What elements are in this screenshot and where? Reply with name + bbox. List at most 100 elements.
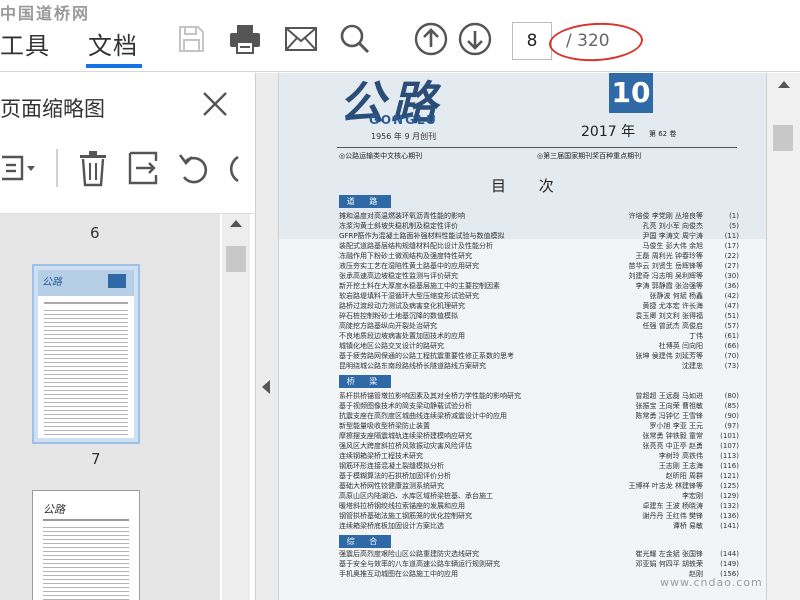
toc-entry-authors: 丁伟: [689, 332, 703, 340]
toc-entry-page: (80): [724, 392, 739, 400]
toc-entry-page: (97): [724, 422, 739, 430]
toc-entry-title: 高原山区内陆湖泊、水库区域桥梁桩基、承台施工: [339, 492, 493, 500]
toc-entry-page: (11): [724, 232, 739, 240]
tagline-left: ◎公路运输类中文核心期刊: [339, 152, 423, 160]
toc-entry-page: (129): [720, 492, 739, 500]
rotate-counterclockwise-button[interactable]: [176, 149, 210, 187]
toc-entry-page: (116): [720, 462, 739, 470]
thumbnail-label-7: 7: [91, 450, 101, 468]
thumbnail-page-8[interactable]: 公路: [32, 490, 140, 600]
toc-entry-title: 冻浆沟黄土斜坡失稳机制及稳定性评价: [339, 222, 458, 230]
email-button[interactable]: [284, 22, 318, 56]
toc-entry-title: 基于模糊算法的石拱桥加固评价分析: [339, 472, 451, 480]
thumbnail-scrollbar[interactable]: [222, 214, 250, 600]
page-thumbnails-panel: 页面缩略图 6 公路 7 公路: [0, 73, 256, 600]
document-scrollbar[interactable]: [766, 73, 800, 600]
toc-entry-title: 摊和温度对高温燃装环氧沥青性能的影响: [339, 212, 465, 220]
extract-page-button[interactable]: [126, 149, 160, 187]
toc-entry: GFRP筋作为混凝土路面补强材料性能试验与数值模拟 尹国 李涛文 周宁涛 (11): [339, 231, 739, 241]
thumbnail-page-8-image: 公路: [37, 495, 135, 600]
toc-entry-page: (66): [724, 342, 739, 350]
toc-entry: 基于疲劳路网保通的公路工程抗震重要性修正系数的思考 张坤 侯建伟 刘延芳等 (70): [339, 351, 739, 361]
toc-entry-page: (22): [724, 252, 739, 260]
toc-entry-page: (121): [720, 472, 739, 480]
toc-entry: 高原山区内陆湖泊、水库区域桥梁桩基、承台施工 李宏刚 (129): [339, 491, 739, 501]
print-button[interactable]: [228, 22, 262, 56]
toc-entry-authors: 刘建奇 冯志明 吴利辉等: [628, 272, 703, 280]
toc-entry: 基于安全与效率的八车道高速公路车辆运行规则研究 邓亚娟 何四平 胡轶荣 (149): [339, 559, 739, 569]
toc-entry-title: 基础大桥网性铰健康监测系统研究: [339, 482, 444, 490]
toc-entry-title: 抗震支座在高烈度区城曲线连续梁桥减震设计中的应用: [339, 412, 507, 420]
toc-entry-page: (149): [720, 560, 739, 568]
thumbnail-scrollbar-thumb[interactable]: [226, 246, 246, 272]
toc-entry-authors: 张亮亮 中正亭 赵勇: [642, 442, 703, 450]
toc-entry-page: (136): [720, 512, 739, 520]
toc-entry-authors: 黄捷 尤本宏 许长海: [642, 302, 703, 310]
toc-entry-authors: 许培俊 李党刚 丛培良等: [628, 212, 703, 220]
envelope-icon: [285, 27, 317, 51]
arrow-down-circle-icon: [458, 22, 492, 56]
search-icon: [340, 24, 370, 54]
toc-entry-page: (5): [729, 222, 739, 230]
toc-entry-title: 连续箱梁桥底板加固设计方案比选: [339, 522, 444, 530]
toc-entry-title: 张承高速高边坡稳定性监测与评价研究: [339, 272, 458, 280]
toc-entry-title: 钢筋环形连接混凝土裂缝模拟分析: [339, 462, 444, 470]
scroll-up-arrow-icon[interactable]: [230, 220, 242, 227]
toc-entry-title: 基于安全与效率的八车道高速公路车辆运行规则研究: [339, 560, 500, 568]
document-scrollbar-thumb[interactable]: [773, 125, 793, 151]
toc-entry-authors: 任强 曾武杰 高俊启: [642, 322, 703, 330]
toc-entry: 基于视频图像技术的简支梁动静载试验分析 张振宝 王向荣 曹祖敏 (85): [339, 401, 739, 411]
toc-entry: 碎石桩控制粉砂土地基沉降的数值模拟 袁玉卿 刘文利 张得福 (51): [339, 311, 739, 321]
toc-entry-title: 软岩路堤填料干湿循环大型压缩变形试验研究: [339, 292, 479, 300]
toc-entry-title: GFRP筋作为混凝土路面补强材料性能试验与数值模拟: [339, 232, 505, 240]
toc-entry-authors: 曾超超 王远磊 马如进: [635, 392, 703, 400]
issue-number-badge: 10: [609, 73, 653, 113]
section-heading-roads: 道 路: [339, 195, 391, 208]
toc-entry-page: (70): [724, 352, 739, 360]
toc-entry-title: 昆明绕城公路东南段路线桥长隧道路线方案研究: [339, 362, 486, 370]
active-tab-indicator: [86, 64, 142, 68]
search-button[interactable]: [338, 22, 372, 56]
thumbnail-page-7[interactable]: 公路: [32, 264, 140, 444]
trash-icon: [80, 151, 106, 187]
toc-entry-title: 不良地质段边坡病害处置加固技术的应用: [339, 332, 465, 340]
toc-entry-title: 城镇化地区公路交叉设计的路研究: [339, 342, 444, 350]
toc-entry: 液压夯实工艺在湿陷性黄土路基中的应用研究 苗华云 刘贤生 岳辉锋等 (27): [339, 261, 739, 271]
close-icon: [203, 92, 227, 116]
toc-entry-title: 新开挖土料在大厚度水稳基层施工中的主要控制因素: [339, 282, 500, 290]
delete-page-button[interactable]: [76, 149, 110, 187]
toc-entry-authors: 马俊生 彭大伟 余旭: [642, 242, 703, 250]
toc-entry-page: (42): [724, 292, 739, 300]
toc-entry-authors: 陈常勇 冯钟亿 王雪锋: [635, 412, 703, 420]
tab-document[interactable]: 文档: [88, 26, 138, 61]
toc-entry-authors: 孔亮 刘小军 向俊杰: [642, 222, 703, 230]
toc-entry-authors: 袁玉卿 刘文利 张得福: [635, 312, 703, 320]
page-number-input[interactable]: 8: [512, 22, 552, 60]
watermark-top: 中国道桥网: [0, 4, 91, 23]
collapse-panel-arrow-icon[interactable]: [262, 380, 270, 394]
previous-page-button[interactable]: [414, 22, 448, 56]
rotate-clockwise-button[interactable]: [228, 149, 250, 187]
toc-entry-page: (1): [729, 212, 739, 220]
scroll-up-arrow-icon[interactable]: [778, 81, 790, 88]
toc-entry-authors: 罗小旭 李亚 王元: [649, 422, 703, 430]
red-annotation-oval: [548, 20, 644, 64]
toc-entry-title: 新型能量吸收型桥梁防止装置: [339, 422, 430, 430]
toc-entry-authors: 尹国 李涛文 周宁涛: [642, 232, 703, 240]
toc-entry-title: 系杆拱桥锚管墩拉影响因素及其对全桥力学性能的影响研究: [339, 392, 521, 400]
toc-entry-authors: 张常勇 钟铁毅 童常: [642, 432, 703, 440]
thumbnail-options-dropdown[interactable]: [0, 151, 40, 185]
toc-entry-page: (61): [724, 332, 739, 340]
toc-entry-page: (57): [724, 322, 739, 330]
save-button[interactable]: [174, 22, 208, 56]
section-heading-general: 综 合: [339, 535, 391, 548]
toc-entry-title: 强震后高烈度艰险山区公路重建防灾选线研究: [339, 550, 479, 558]
close-panel-button[interactable]: [200, 89, 230, 119]
toc-entry: 系杆拱桥锚管墩拉影响因素及其对全桥力学性能的影响研究 曾超超 王远磊 马如进 (80…: [339, 391, 739, 401]
toolbar: 中国道桥网 工具 文档 8 / 320: [0, 0, 800, 72]
toc-entry-page: (125): [720, 482, 739, 490]
next-page-button[interactable]: [458, 22, 492, 56]
toc-entry-page: (27): [724, 262, 739, 270]
toc-entry: 钢管拱桥基础法施工钢筋笼的优化控制研究 谢丹丹 王红伟 樊锋 (136): [339, 511, 739, 521]
tab-tools[interactable]: 工具: [0, 26, 50, 61]
